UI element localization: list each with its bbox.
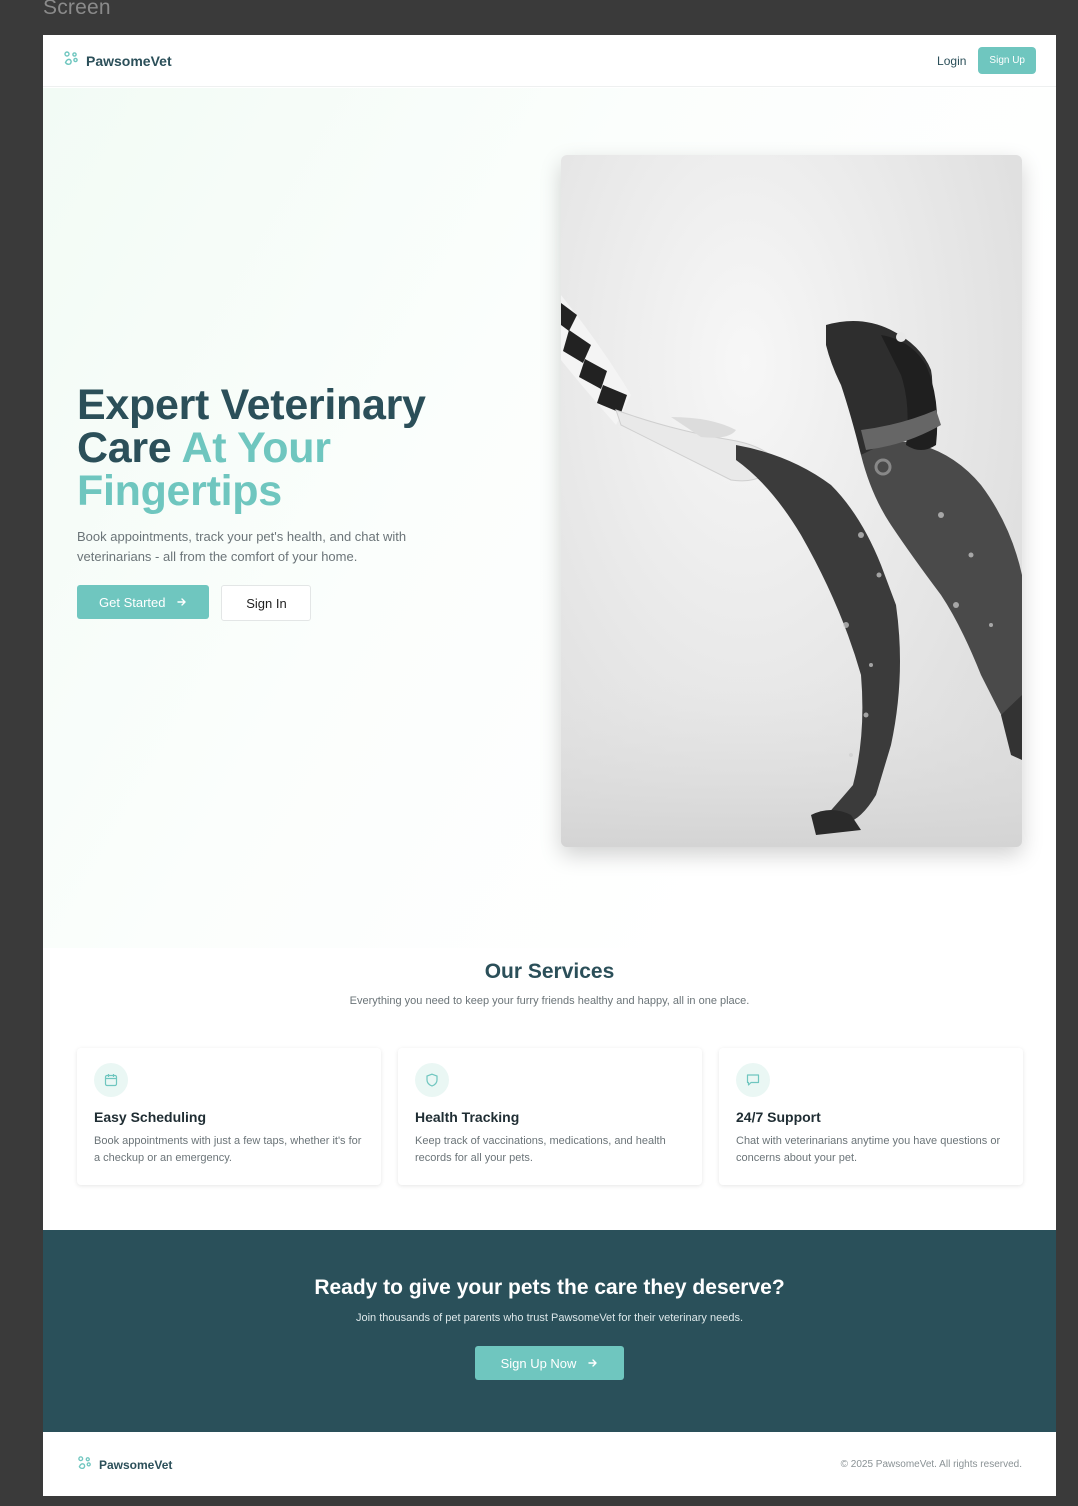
paw-icon <box>77 1455 92 1475</box>
get-started-label: Get Started <box>99 594 166 610</box>
cta-section: Ready to give your pets the care they de… <box>43 1230 1056 1432</box>
sign-up-now-label: Sign Up Now <box>500 1355 577 1371</box>
hero-title-line-1: Expert Veterinary <box>77 381 426 429</box>
service-card-health: Health Tracking Keep track of vaccinatio… <box>398 1048 702 1185</box>
service-title: Health Tracking <box>415 1109 520 1125</box>
shield-icon <box>415 1063 449 1097</box>
service-desc: Chat with veterinarians anytime you have… <box>736 1135 1001 1164</box>
brand-name: PawsomeVet <box>86 52 172 69</box>
hero-dog-photo <box>561 155 1022 847</box>
footer: PawsomeVet © 2025 PawsomeVet. All rights… <box>43 1433 1056 1496</box>
footer-copyright: © 2025 PawsomeVet. All rights reserved. <box>840 1459 1022 1470</box>
login-link[interactable]: Login <box>937 54 966 68</box>
services-subtitle: Everything you need to keep your furry f… <box>349 995 750 1007</box>
hero-title-line-2: Care <box>77 424 182 472</box>
arrow-right-icon <box>588 1356 598 1371</box>
sleeve-stripes <box>561 295 631 425</box>
hero-subtitle: Book appointments, track your pet's heal… <box>77 529 407 564</box>
hero-title-accent-1: At Your <box>181 424 331 472</box>
hero-title: Expert Veterinary Care At Your Fingertip… <box>77 384 497 513</box>
hero-text: Expert Veterinary Care At Your Fingertip… <box>77 384 497 621</box>
service-desc: Keep track of vaccinations, medications,… <box>415 1135 666 1164</box>
service-desc: Book appointments with just a few taps, … <box>94 1135 362 1164</box>
hero-buttons: Get Started Sign In <box>77 585 497 621</box>
chat-icon <box>736 1063 770 1097</box>
canvas-label: Screen <box>43 0 111 19</box>
sign-up-now-button[interactable]: Sign Up Now <box>475 1346 624 1380</box>
brand-logo[interactable]: PawsomeVet <box>63 50 172 71</box>
services-cards: Easy Scheduling Book appointments with j… <box>77 1048 1023 1185</box>
get-started-button[interactable]: Get Started <box>77 585 210 619</box>
footer-brand-name: PawsomeVet <box>99 1457 173 1472</box>
sign-in-button[interactable]: Sign In <box>221 585 312 621</box>
paw-icon <box>63 50 79 71</box>
hero-section: Expert Veterinary Care At Your Fingertip… <box>43 88 1056 948</box>
hero-title-accent-2: Fingertips <box>77 467 282 515</box>
calendar-icon <box>94 1063 128 1097</box>
services-title: Our Services <box>484 960 615 983</box>
signup-button[interactable]: Sign Up <box>978 47 1036 74</box>
service-title: Easy Scheduling <box>94 1109 207 1125</box>
service-card-scheduling: Easy Scheduling Book appointments with j… <box>77 1048 381 1185</box>
cta-subtitle: Join thousands of pet parents who trust … <box>355 1312 744 1324</box>
service-card-support: 24/7 Support Chat with veterinarians any… <box>719 1048 1023 1185</box>
service-title: 24/7 Support <box>736 1109 821 1125</box>
cta-title: Ready to give your pets the care they de… <box>314 1276 785 1299</box>
nav-actions: Login Sign Up <box>937 47 1036 74</box>
footer-brand[interactable]: PawsomeVet <box>77 1455 172 1475</box>
top-nav: PawsomeVet Login Sign Up <box>43 35 1056 87</box>
arrow-right-icon <box>177 595 187 610</box>
landing-page: PawsomeVet Login Sign Up Expert Veterina… <box>43 35 1056 1496</box>
